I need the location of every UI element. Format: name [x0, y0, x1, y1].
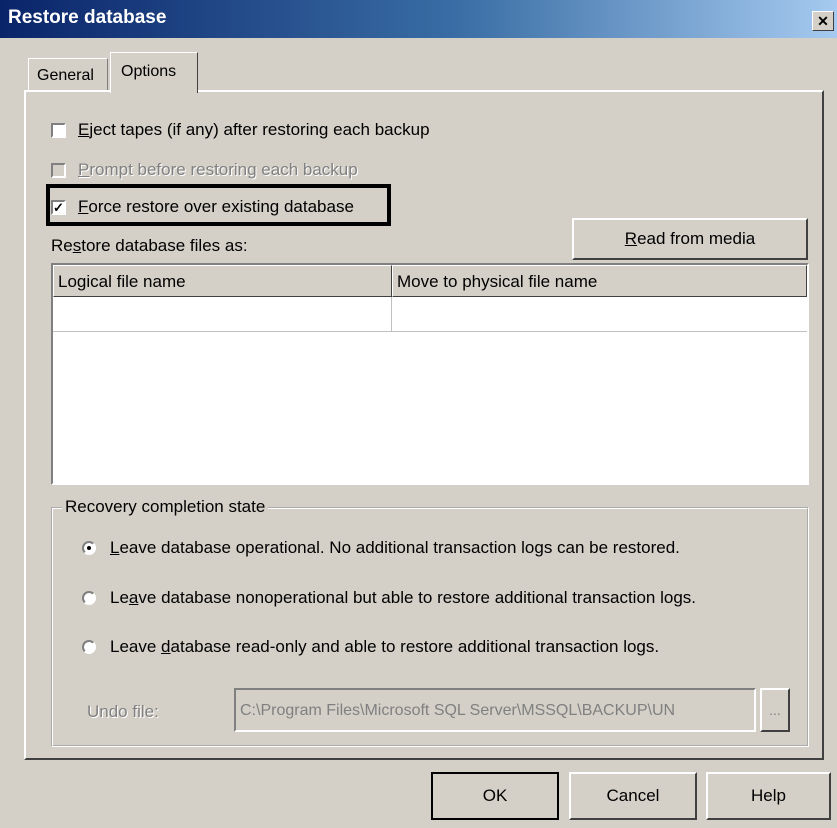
- tab-options[interactable]: Options: [110, 52, 198, 93]
- title-bar: Restore database ✕: [0, 0, 837, 38]
- restore-database-dialog: Restore database ✕ General Options Eject…: [0, 0, 837, 828]
- table-row[interactable]: [53, 297, 807, 332]
- col-logical-file-name[interactable]: Logical file name: [53, 265, 392, 297]
- undo-file-label: Undo file:: [87, 702, 159, 721]
- files-grid[interactable]: Logical file name Move to physical file …: [51, 263, 809, 485]
- radio-dot[interactable]: [82, 541, 96, 555]
- radio-dot[interactable]: [82, 591, 96, 605]
- highlight-annotation: [46, 184, 391, 226]
- eject-tapes-checkbox[interactable]: Eject tapes (if any) after restoring eac…: [51, 119, 430, 141]
- radio-read-only[interactable]: Leave database read-only and able to res…: [82, 636, 659, 658]
- radio-dot[interactable]: [82, 640, 96, 654]
- read-from-media-button[interactable]: Read from media: [572, 218, 808, 260]
- cancel-button[interactable]: Cancel: [569, 772, 697, 820]
- ok-button[interactable]: OK: [431, 772, 559, 820]
- col-physical-file-name[interactable]: Move to physical file name: [392, 265, 807, 297]
- checkbox-box: [51, 162, 66, 178]
- help-button[interactable]: Help: [706, 772, 831, 820]
- browse-button: ...: [760, 688, 790, 732]
- close-icon[interactable]: ✕: [812, 11, 834, 31]
- window-title: Restore database: [8, 7, 167, 28]
- undo-file-input: C:\Program Files\Microsoft SQL Server\MS…: [234, 688, 756, 732]
- tab-general[interactable]: General: [28, 58, 108, 90]
- radio-operational[interactable]: Leave database operational. No additiona…: [82, 537, 680, 559]
- grid-header: Logical file name Move to physical file …: [53, 265, 807, 297]
- recovery-legend: Recovery completion state: [62, 497, 269, 517]
- prompt-before-restore-checkbox: Prompt before restoring each backup: [51, 159, 358, 181]
- restore-files-label: Restore database files as:: [51, 236, 248, 255]
- radio-nonoperational[interactable]: Leave database nonoperational but able t…: [82, 587, 696, 609]
- checkbox-box[interactable]: [51, 122, 66, 138]
